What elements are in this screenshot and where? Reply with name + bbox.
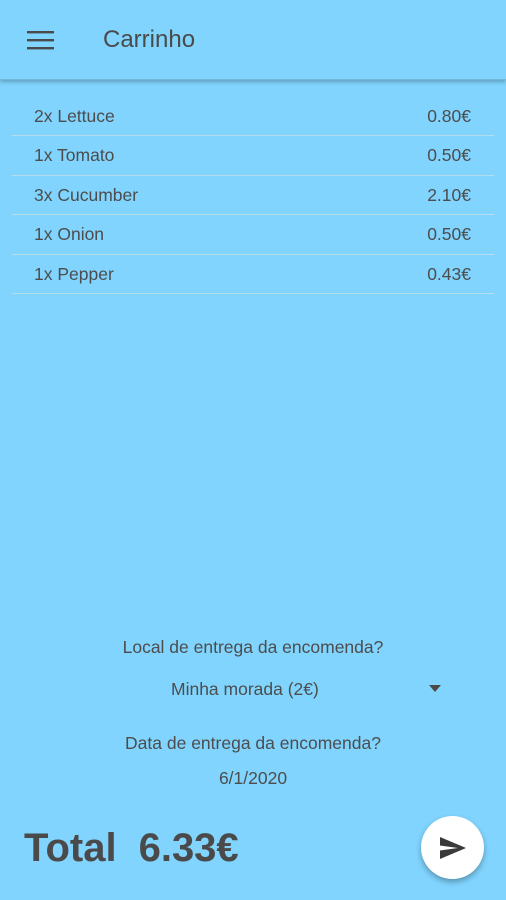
dropdown-selected-value: Minha morada (2€) bbox=[171, 679, 319, 699]
delivery-location-question: Local de entrega da encomenda? bbox=[122, 637, 384, 657]
total-label: Total bbox=[24, 826, 117, 870]
cart-item-list: 2x Lettuce 0.80€ 1x Tomato 0.50€ 3x Cucu… bbox=[12, 97, 494, 294]
send-order-button[interactable] bbox=[421, 816, 484, 879]
page-title: Carrinho bbox=[103, 26, 196, 53]
app-bar: Carrinho bbox=[0, 0, 506, 80]
caret-down-icon bbox=[429, 685, 441, 692]
list-item[interactable]: 2x Lettuce 0.80€ bbox=[12, 97, 494, 137]
item-price: 0.50€ bbox=[427, 224, 471, 245]
item-name: 3x Cucumber bbox=[34, 184, 139, 205]
order-total: Total 6.33€ bbox=[24, 826, 239, 871]
list-item[interactable]: 1x Tomato 0.50€ bbox=[12, 136, 494, 176]
item-name: 1x Pepper bbox=[34, 263, 114, 284]
delivery-date-question: Data de entrega da encomenda? bbox=[125, 733, 381, 753]
list-item[interactable]: 3x Cucumber 2.10€ bbox=[12, 176, 494, 216]
item-name: 1x Onion bbox=[34, 224, 105, 245]
item-price: 2.10€ bbox=[427, 184, 471, 205]
item-price: 0.50€ bbox=[427, 145, 471, 166]
list-item[interactable]: 1x Onion 0.50€ bbox=[12, 215, 494, 255]
cart-screen: Carrinho 2x Lettuce 0.80€ 1x Tomato 0.50… bbox=[0, 0, 506, 900]
total-value: 6.33€ bbox=[138, 826, 239, 870]
delivery-date-value[interactable]: 6/1/2020 bbox=[0, 768, 506, 789]
delivery-location-dropdown[interactable]: Minha morada (2€) bbox=[163, 676, 453, 704]
item-price: 0.43€ bbox=[427, 263, 471, 284]
menu-button[interactable] bbox=[22, 24, 58, 56]
item-name: 2x Lettuce bbox=[34, 106, 115, 126]
item-name: 1x Tomato bbox=[34, 145, 115, 166]
hamburger-menu-icon bbox=[26, 31, 54, 50]
list-item[interactable]: 1x Pepper 0.43€ bbox=[12, 255, 494, 294]
send-icon bbox=[439, 836, 466, 859]
item-price: 0.80€ bbox=[427, 106, 471, 126]
